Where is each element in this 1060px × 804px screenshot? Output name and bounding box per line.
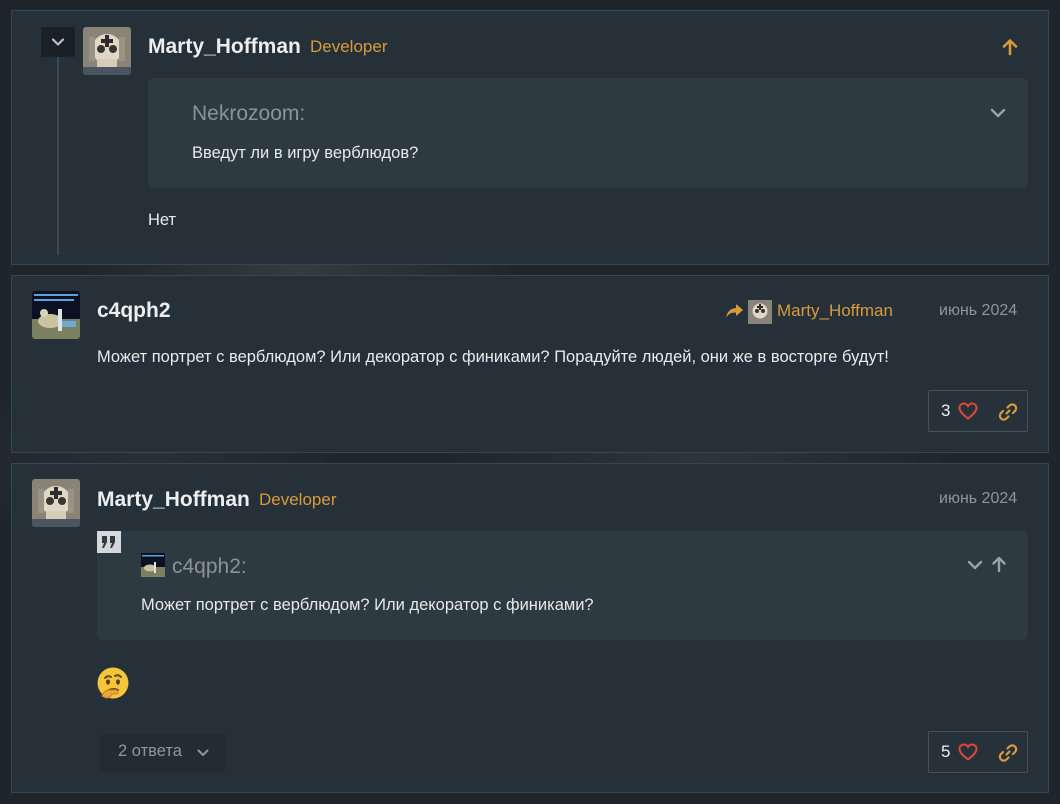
- post-date[interactable]: июнь 2024: [939, 302, 1017, 320]
- arrow-up-icon[interactable]: [990, 555, 1008, 573]
- like-count: 3: [941, 401, 951, 420]
- emoji-thinking: [96, 666, 130, 700]
- post-actions: 3: [928, 390, 1028, 432]
- reply-to-avatar: [748, 300, 772, 329]
- arrow-up-icon[interactable]: [1000, 37, 1020, 57]
- quote-author-avatar: [141, 553, 165, 582]
- avatar[interactable]: [32, 479, 80, 527]
- post-reply-nested: Marty_Hoffman Developer Nekrozoom: Введу…: [11, 10, 1049, 265]
- post-reply: Marty_Hoffman Developer июнь 2024 c4qph2…: [11, 463, 1049, 793]
- replies-label: 2 ответа: [118, 742, 182, 760]
- avatar[interactable]: [32, 291, 80, 339]
- link-icon[interactable]: [998, 743, 1018, 763]
- post-reply: c4qph2 Marty_Hoffman июнь 2024 Может пор…: [11, 275, 1049, 453]
- collapse-toggle-button[interactable]: [41, 27, 75, 57]
- username[interactable]: Marty_Hoffman: [148, 35, 301, 59]
- post-actions: 5: [928, 731, 1028, 773]
- quote-author[interactable]: c4qph2:: [172, 555, 247, 579]
- chevron-down-icon[interactable]: [989, 104, 1007, 122]
- reply-arrow-icon: [725, 302, 745, 320]
- thread-line: [57, 57, 59, 255]
- role-badge: Developer: [310, 37, 388, 56]
- post-date[interactable]: июнь 2024: [939, 490, 1017, 508]
- link-icon[interactable]: [998, 402, 1018, 422]
- post-body: Может портрет с верблюдом? Или декоратор…: [97, 348, 889, 366]
- quote-text: Введут ли в игру верблюдов?: [192, 144, 419, 162]
- heart-icon[interactable]: [958, 402, 978, 420]
- chevron-down-icon: [196, 746, 210, 760]
- quote-block: c4qph2: Может портрет с верблюдом? Или д…: [97, 531, 1028, 640]
- post-body: Нет: [148, 211, 177, 229]
- quote-block: Nekrozoom: Введут ли в игру верблюдов?: [148, 78, 1028, 188]
- like-count: 5: [941, 742, 951, 761]
- username[interactable]: Marty_Hoffman: [97, 488, 250, 512]
- chevron-down-icon[interactable]: [966, 556, 984, 574]
- role-badge: Developer: [259, 490, 337, 509]
- chevron-down-icon: [50, 34, 66, 50]
- heart-icon[interactable]: [958, 743, 978, 761]
- quote-author[interactable]: Nekrozoom:: [192, 102, 305, 126]
- username[interactable]: c4qph2: [97, 299, 171, 323]
- quote-icon: [97, 531, 121, 553]
- reply-to-username: Marty_Hoffman: [777, 301, 893, 320]
- replies-toggle-button[interactable]: 2 ответа: [100, 734, 226, 772]
- avatar[interactable]: [83, 27, 131, 75]
- quote-text: Может портрет с верблюдом? Или декоратор…: [141, 596, 594, 614]
